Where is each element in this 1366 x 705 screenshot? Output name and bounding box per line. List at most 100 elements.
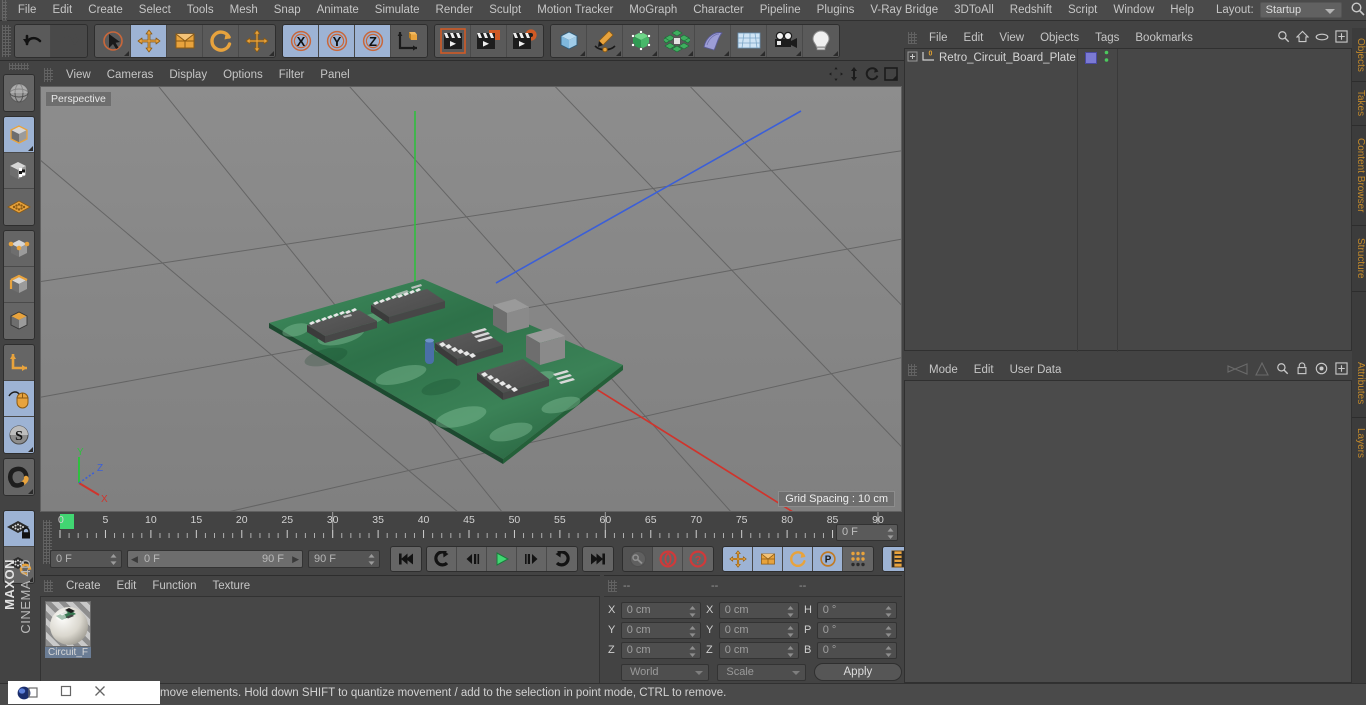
object-menu-bookmarks[interactable]: Bookmarks <box>1127 28 1201 48</box>
tool-options-corner[interactable] <box>724 50 729 56</box>
rotate-tool[interactable] <box>203 24 239 57</box>
autokeying-button[interactable] <box>653 547 683 571</box>
plus-box-icon[interactable] <box>1335 30 1348 46</box>
coord-field-size-y[interactable]: 0 cm <box>718 621 799 639</box>
spinner-icon[interactable] <box>689 605 696 617</box>
left-toolbar-grip[interactable] <box>9 63 29 70</box>
rotation-key-button[interactable] <box>783 547 813 571</box>
model-mode-button[interactable] <box>4 117 34 153</box>
object-menu-file[interactable]: File <box>921 28 956 48</box>
spinner-icon[interactable] <box>787 605 794 617</box>
start-frame-field[interactable]: 0 F <box>50 550 122 568</box>
menu-item-simulate[interactable]: Simulate <box>367 0 428 21</box>
object-axis-mode-button[interactable] <box>4 345 34 381</box>
viewport-menu-options[interactable]: Options <box>215 64 271 86</box>
add-light-button[interactable] <box>803 24 839 57</box>
undo-view-button[interactable] <box>4 75 34 111</box>
scale-tool[interactable] <box>167 24 203 57</box>
object-manager-grip[interactable] <box>908 32 917 44</box>
dolly-icon[interactable] <box>848 66 860 84</box>
lock-x-axis-button[interactable]: X <box>283 24 319 57</box>
move-tool[interactable] <box>131 24 167 57</box>
texture-mode-button[interactable] <box>4 153 34 189</box>
attribute-content[interactable] <box>904 380 1352 683</box>
menu-item-plugins[interactable]: Plugins <box>809 0 863 21</box>
menu-item-tools[interactable]: Tools <box>179 0 222 21</box>
viewport-menu-filter[interactable]: Filter <box>271 64 313 86</box>
lock-z-axis-button[interactable]: Z <box>355 24 391 57</box>
object-material-tag[interactable] <box>1085 51 1097 64</box>
current-frame-field[interactable]: 0 F <box>836 524 898 541</box>
menu-item-vray-bridge[interactable]: V-Ray Bridge <box>862 0 946 21</box>
tool-options-corner[interactable] <box>833 50 838 56</box>
add-environment-button[interactable] <box>731 24 767 57</box>
coord-field-rot-p[interactable]: 0 ° <box>816 621 897 639</box>
spinner-icon[interactable] <box>368 554 375 565</box>
tool-options-corner[interactable] <box>28 447 33 452</box>
tool-options-corner[interactable] <box>580 50 585 56</box>
add-array-button[interactable] <box>659 24 695 57</box>
tool-options-corner[interactable] <box>796 50 801 56</box>
close-icon[interactable] <box>94 685 106 700</box>
add-camera-button[interactable] <box>767 24 803 57</box>
tool-options-corner[interactable] <box>124 50 129 56</box>
position-key-button[interactable] <box>723 547 753 571</box>
spinner-icon[interactable] <box>787 625 794 637</box>
tool-options-corner[interactable] <box>760 50 765 56</box>
object-menu-objects[interactable]: Objects <box>1032 28 1087 48</box>
viewport-3d[interactable]: Y X Z Perspective Grid Spacing : 10 cm <box>40 86 902 512</box>
record-active-objects-button[interactable] <box>623 547 653 571</box>
object-menu-view[interactable]: View <box>991 28 1032 48</box>
tool-options-corner[interactable] <box>652 50 657 56</box>
size-mode-dropdown[interactable]: Scale <box>717 663 806 681</box>
step-forward-button[interactable] <box>517 547 547 571</box>
snap-mode-button[interactable]: S <box>4 417 34 453</box>
workplane-mode-button[interactable] <box>4 189 34 225</box>
lock-y-axis-button[interactable]: Y <box>319 24 355 57</box>
home-icon[interactable] <box>1295 30 1310 46</box>
keyframe-selection-button[interactable]: ? <box>683 547 713 571</box>
workplane-lock-button[interactable] <box>4 511 34 547</box>
menu-item-script[interactable]: Script <box>1060 0 1105 21</box>
attribute-menu-user-data[interactable]: User Data <box>1002 360 1070 380</box>
material-menu-function[interactable]: Function <box>144 576 204 596</box>
spinner-icon[interactable] <box>110 554 117 565</box>
viewport-menu-cameras[interactable]: Cameras <box>99 64 162 86</box>
tool-options-corner[interactable] <box>688 50 693 56</box>
material-menu-create[interactable]: Create <box>58 576 109 596</box>
coord-system-dropdown[interactable]: World <box>621 663 710 681</box>
material-list[interactable]: Circuit_F <box>40 596 600 684</box>
back-history-icon[interactable] <box>1226 362 1248 379</box>
move-alt-tool[interactable] <box>239 24 275 57</box>
spinner-icon[interactable] <box>787 645 794 657</box>
edge-mode-button[interactable] <box>4 267 34 303</box>
undo-button[interactable] <box>15 24 51 57</box>
search-icon[interactable] <box>1276 362 1289 378</box>
coord-field-size-x[interactable]: 0 cm <box>718 601 799 619</box>
menu-item-snap[interactable]: Snap <box>266 0 309 21</box>
plus-box-icon[interactable] <box>1335 362 1348 378</box>
tool-options-corner[interactable] <box>28 146 33 151</box>
spinner-icon[interactable] <box>885 645 892 657</box>
material-manager-grip[interactable] <box>44 580 53 592</box>
frame-range-slider[interactable]: ◀ 0 F 90 F ▶ <box>127 550 303 568</box>
object-tree[interactable]: 0 Retro_Circuit_Board_Plate <box>904 48 1352 352</box>
object-row-retro-circuit-board-plate[interactable]: 0 Retro_Circuit_Board_Plate <box>905 49 1351 66</box>
object-dots-icon[interactable] <box>1103 50 1110 66</box>
end-frame-field[interactable]: 90 F <box>308 550 380 568</box>
previous-keyframe-button[interactable] <box>427 547 457 571</box>
material-menu-edit[interactable]: Edit <box>109 576 145 596</box>
menu-item-select[interactable]: Select <box>131 0 179 21</box>
enable-axis-modification-button[interactable] <box>4 381 34 417</box>
go-to-end-button[interactable] <box>583 547 613 571</box>
menu-item-edit[interactable]: Edit <box>44 0 80 21</box>
coord-field-pos-y[interactable]: 0 cm <box>620 621 701 639</box>
search-icon[interactable] <box>1350 1 1366 19</box>
menu-item-window[interactable]: Window <box>1105 0 1162 21</box>
tool-options-corner[interactable] <box>616 50 621 56</box>
coord-field-pos-z[interactable]: 0 cm <box>620 641 701 659</box>
spinner-icon[interactable] <box>885 625 892 637</box>
menu-item-mograph[interactable]: MoGraph <box>621 0 685 21</box>
scale-key-button[interactable] <box>753 547 783 571</box>
material-menu-texture[interactable]: Texture <box>204 576 258 596</box>
